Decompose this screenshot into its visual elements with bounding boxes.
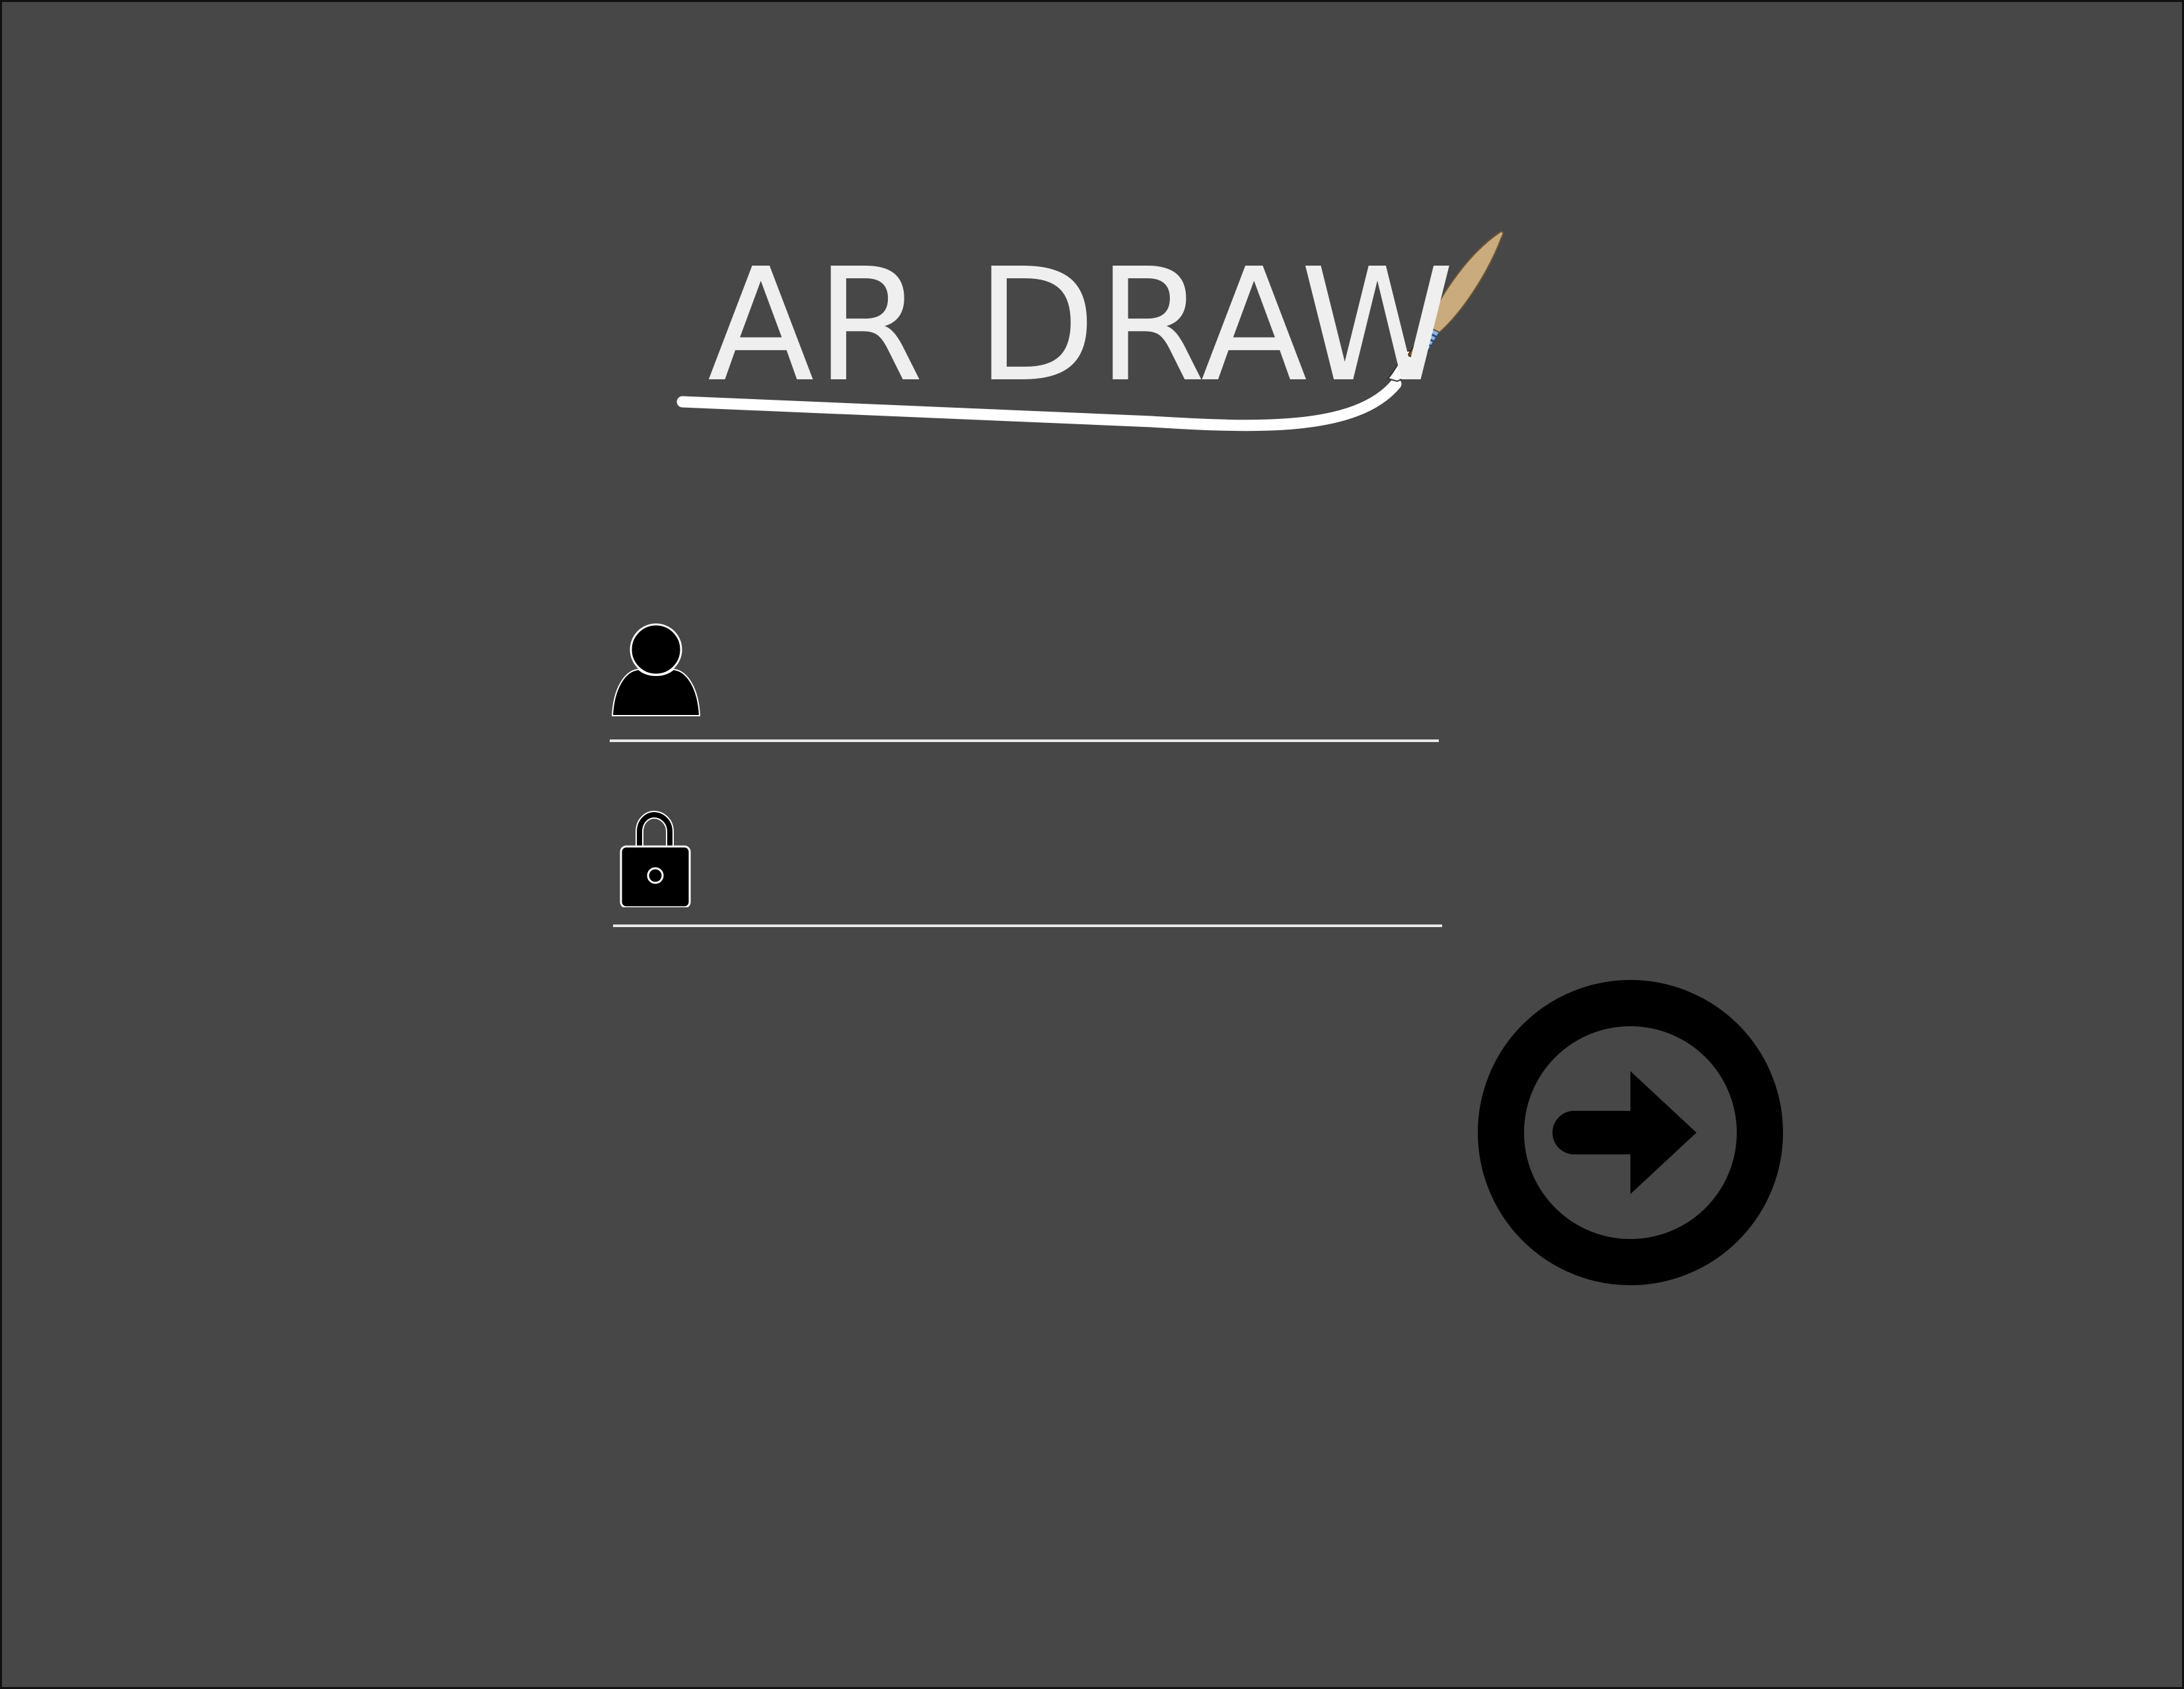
user-icon <box>611 623 701 716</box>
username-underline <box>610 739 1439 742</box>
login-submit-button[interactable] <box>1476 979 1784 1287</box>
password-underline <box>613 924 1442 927</box>
lock-icon <box>620 810 691 907</box>
username-field[interactable] <box>610 617 1439 742</box>
username-input[interactable] <box>722 643 1432 717</box>
login-screen: AR DRAW <box>0 0 2184 1689</box>
password-input[interactable] <box>725 828 1435 902</box>
arrow-right-circle-icon <box>1478 980 1783 1285</box>
app-title: AR DRAW <box>708 235 1456 416</box>
password-field[interactable] <box>613 802 1442 927</box>
app-logo: AR DRAW <box>663 220 1521 458</box>
